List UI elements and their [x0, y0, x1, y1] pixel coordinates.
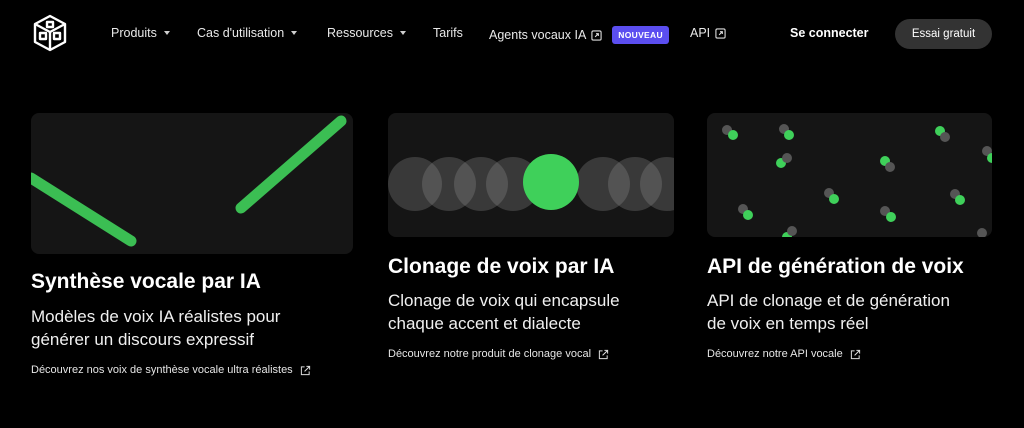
card-title: API de génération de voix	[707, 255, 964, 278]
voice-api-illustration	[707, 113, 992, 237]
nav-agents-vocaux-label: Agents vocaux IA	[489, 28, 587, 42]
top-navigation: Produits Cas d'utilisation Ressources Ta…	[0, 0, 1024, 66]
card-description-line-1: Clonage de voix qui encapsule	[388, 291, 620, 310]
nav-tarifs-label: Tarifs	[433, 26, 463, 40]
external-link-icon	[598, 349, 609, 359]
card-description-line-2: de voix en temps réel	[707, 314, 869, 333]
card-description: Modèles de voix IA réalistes pour génére…	[31, 305, 331, 351]
external-link-icon	[715, 27, 726, 39]
card-link-label: Découvrez nos voix de synthèse vocale ul…	[31, 364, 293, 376]
nav-ressources-label: Ressources	[327, 26, 393, 40]
card-link-label: Découvrez notre produit de clonage vocal	[388, 348, 592, 360]
nav-api-label: API	[690, 26, 711, 40]
chevron-down-icon	[400, 31, 406, 35]
tts-card-link[interactable]: Découvrez nos voix de synthèse vocale ul…	[31, 364, 311, 376]
login-link[interactable]: Se connecter	[790, 26, 869, 40]
voice-cloning-card-link[interactable]: Découvrez notre produit de clonage vocal	[388, 348, 609, 360]
chevron-down-icon	[163, 31, 170, 35]
equalizer-bars-graphic	[31, 115, 347, 254]
nav-tarifs[interactable]: Tarifs	[433, 26, 463, 40]
card-link-label: Découvrez notre API vocale	[707, 348, 843, 360]
card-description-line-2: chaque accent et dialecte	[388, 314, 581, 333]
voice-api-card-link[interactable]: Découvrez notre API vocale	[707, 348, 861, 360]
external-link-icon	[850, 349, 860, 359]
nav-cas-utilisation-label: Cas d'utilisation	[197, 26, 285, 40]
nav-produits-label: Produits	[111, 26, 157, 40]
nav-produits[interactable]: Produits	[111, 26, 170, 40]
nav-api[interactable]: API	[690, 26, 726, 40]
voice-cloning-illustration	[388, 113, 674, 237]
card-description-line-2: générer un discours expressif	[31, 330, 255, 349]
tts-illustration	[31, 113, 353, 254]
card-title: Synthèse vocale par IA	[31, 270, 261, 293]
external-link-icon	[300, 365, 310, 375]
card-title: Clonage de voix par IA	[388, 255, 615, 278]
card-text-to-speech[interactable]: Synthèse vocale par IA Modèles de voix I…	[31, 113, 353, 376]
nav-ressources[interactable]: Ressources	[327, 26, 406, 40]
card-description: Clonage de voix qui encapsule chaque acc…	[388, 289, 678, 335]
nav-agents-vocaux[interactable]: Agents vocaux IA NOUVEAU	[489, 26, 669, 44]
card-description-line-1: Modèles de voix IA réalistes pour	[31, 307, 281, 326]
brand-logo-icon[interactable]	[31, 14, 69, 52]
dots-graphic	[722, 124, 992, 237]
card-description-line-1: API de clonage et de génération	[707, 291, 950, 310]
card-voice-api[interactable]: API de génération de voix API de clonage…	[707, 113, 1007, 360]
card-description: API de clonage et de génération de voix …	[707, 289, 997, 335]
new-badge: NOUVEAU	[612, 26, 669, 44]
page: Produits Cas d'utilisation Ressources Ta…	[0, 0, 1024, 428]
active-voice-blob	[523, 154, 579, 210]
card-voice-cloning[interactable]: Clonage de voix par IA Clonage de voix q…	[388, 113, 674, 360]
nav-cas-utilisation[interactable]: Cas d'utilisation	[197, 26, 298, 40]
chevron-down-icon	[291, 31, 298, 35]
external-link-icon	[591, 29, 602, 41]
free-trial-button[interactable]: Essai gratuit	[895, 19, 992, 49]
